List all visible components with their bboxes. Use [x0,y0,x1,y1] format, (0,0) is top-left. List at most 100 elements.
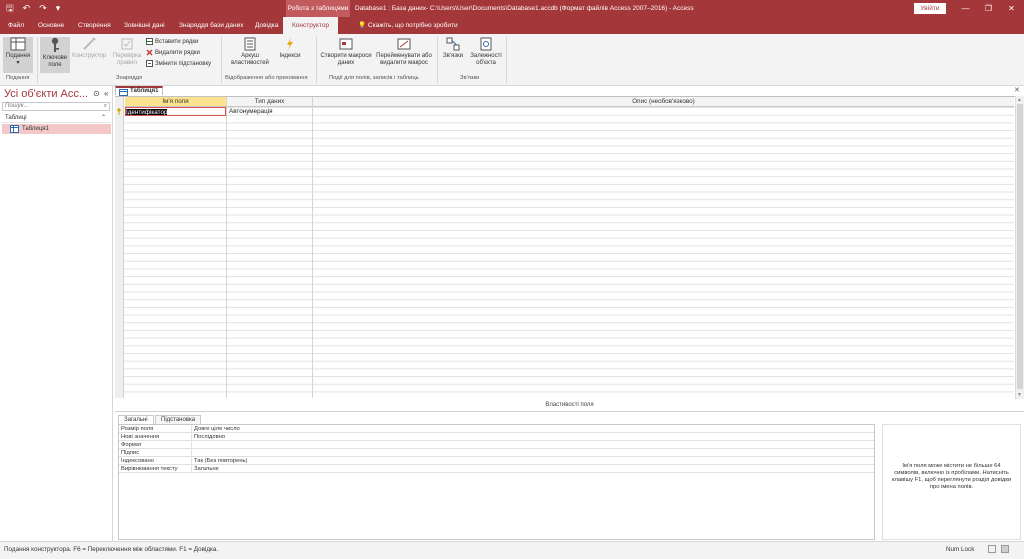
scroll-down-icon[interactable]: ▼ [1017,392,1022,398]
field-name-value: Ідентифікатор [126,109,168,116]
column-header-field-name[interactable]: Ім'я поля [125,97,226,107]
property-value: Загальне [194,466,219,472]
window-controls: — ❐ ✕ [954,0,1023,17]
close-document-icon[interactable]: ✕ [1014,86,1020,94]
datasheet-view-icon[interactable] [988,545,996,553]
tab-database-tools[interactable]: Знаряддя бази даних [179,17,244,34]
delete-rows-icon [146,49,153,56]
property-row[interactable]: Індексовано Так (Без повторень) [119,457,874,465]
document-tab-label: Таблиця1 [130,88,159,94]
redo-icon[interactable]: ↷ [39,2,47,14]
property-sheet-button[interactable]: Аркуш властивостей [228,37,272,73]
field-name-cell[interactable]: Ідентифікатор [125,107,226,116]
property-key: Розмір поля [121,426,154,432]
nav-search-input[interactable]: Пошук... ⌕ [2,102,110,111]
view-icon [10,37,26,51]
data-type-cell[interactable]: Автонумерація [229,107,311,116]
property-row[interactable]: Нові значення Послідовно [119,433,874,441]
description-cell[interactable] [315,107,1005,116]
search-icon: ⌕ [103,103,107,109]
tab-lookup[interactable]: Підстановка [155,415,202,424]
context-tool-label: Робота з таблицями [286,0,350,17]
table-design-grid: Ім'я поля Тип даних Опис (необов'язково)… [115,96,1024,399]
rename-macro-icon [397,38,411,50]
validation-icon [121,38,133,50]
tab-file[interactable]: Файл [8,17,24,34]
modify-lookups-button[interactable]: Змінити підстановку [146,60,211,68]
builder-button[interactable]: Конструктор [72,37,106,73]
scroll-up-icon[interactable]: ▲ [1017,97,1022,103]
primary-key-label: Ключове поле [42,55,68,68]
property-row[interactable]: Формат [119,441,874,449]
field-properties-pane: Загальні Підстановка Розмір поля Довге ці… [115,411,1024,541]
ribbon-tabs: Файл Основне Створення Зовнішні дані Зна… [0,17,1024,34]
indexes-label: Індекси [279,53,301,59]
relationships-button[interactable]: Зв'язки [440,37,466,73]
close-icon[interactable]: ✕ [1000,0,1023,17]
design-view-icon[interactable] [1001,545,1009,553]
builder-label: Конструктор [72,53,107,59]
tell-me-label: Скажіть, що потрібно зробити [367,22,458,29]
nav-search-placeholder: Пошук... [5,103,29,109]
minimize-icon[interactable]: — [954,0,977,17]
table-icon [119,89,128,96]
relationships-label: Зв'язки [443,53,463,59]
key-icon [51,37,59,52]
tab-external-data[interactable]: Зовнішні дані [124,17,165,34]
group-separator [437,37,438,83]
group-relationships-label: Зв'язки [460,75,480,81]
tab-general[interactable]: Загальні [118,415,154,424]
group-show-hide-label: Відображення або приховання [225,75,308,81]
insert-rows-button[interactable]: Вставити рядки [146,38,198,46]
nav-section-label: Таблиці [5,115,27,121]
delete-rows-button[interactable]: Видалити рядки [146,49,200,57]
view-button[interactable]: Подання ▾ [3,37,33,73]
indexes-button[interactable]: Індекси [276,37,304,73]
grid-rows [115,107,1014,398]
primary-key-button[interactable]: Ключове поле [40,37,70,73]
indexes-icon [287,38,293,50]
save-icon[interactable]: 🖫 [6,2,14,14]
property-key: Формат [121,442,142,448]
nav-section-tables[interactable]: Таблиці ⌃ [2,114,110,123]
relationships-icon [446,37,460,51]
column-divider [226,97,227,398]
property-row[interactable]: Розмір поля Довге ціле число [119,425,874,433]
window-title: Database1 : База даних- C:\Users\User\Do… [355,5,694,12]
property-row[interactable]: Підпис [119,449,874,457]
nav-menu-icon[interactable]: ⊙ [93,89,100,98]
undo-icon[interactable]: ↶ [23,2,31,14]
tell-me-search[interactable]: 💡 Скажіть, що потрібно зробити [358,17,458,34]
lookup-icon [146,60,153,67]
property-value: Так (Без повторень) [194,458,248,464]
rename-delete-macro-button[interactable]: Перейменувати або видалити макрос [374,37,434,73]
tab-create[interactable]: Створення [78,17,111,34]
object-dependencies-button[interactable]: Залежності об'єкта [468,37,504,73]
navigation-pane: Усі об'єкти Acc... ⊙ « Пошук... ⌕ Таблиц… [0,86,113,541]
delete-rows-label: Видалити рядки [155,50,200,57]
test-rules-button[interactable]: Перевірка правил [110,37,144,73]
tab-design[interactable]: Конструктор [283,17,339,34]
customize-qat-icon[interactable]: ▾ [56,2,61,14]
property-key: Нові значення [121,434,160,440]
field-properties-title: Властивості поля [545,402,594,408]
column-header-data-type[interactable]: Тип даних [227,97,312,107]
create-data-macros-button[interactable]: Створити макроси даних [320,37,372,73]
nav-pane-title[interactable]: Усі об'єкти Acc... [4,88,88,100]
modify-lookups-label: Змінити підстановку [155,61,212,68]
property-value: Довге ціле число [194,426,240,432]
tab-help[interactable]: Довідка [255,17,278,34]
property-key: Індексовано [121,458,154,464]
property-row[interactable]: Вирівнювання тексту Загальне [119,465,874,473]
sign-in-button[interactable]: Увійти [914,3,946,14]
document-tab-table1[interactable]: Таблиця1 [115,86,163,96]
tab-home[interactable]: Основне [38,17,64,34]
vertical-scrollbar[interactable]: ▲ ▼ [1015,96,1024,399]
collapse-pane-icon[interactable]: « [104,89,108,98]
group-tools-label: Знаряддя [116,75,143,81]
nav-item-table1[interactable]: Таблиця1 [2,124,111,134]
scroll-thumb[interactable] [1017,104,1023,389]
restore-icon[interactable]: ❐ [977,0,1000,17]
column-header-description[interactable]: Опис (необов'язково) [313,97,1014,107]
column-divider [312,97,313,398]
